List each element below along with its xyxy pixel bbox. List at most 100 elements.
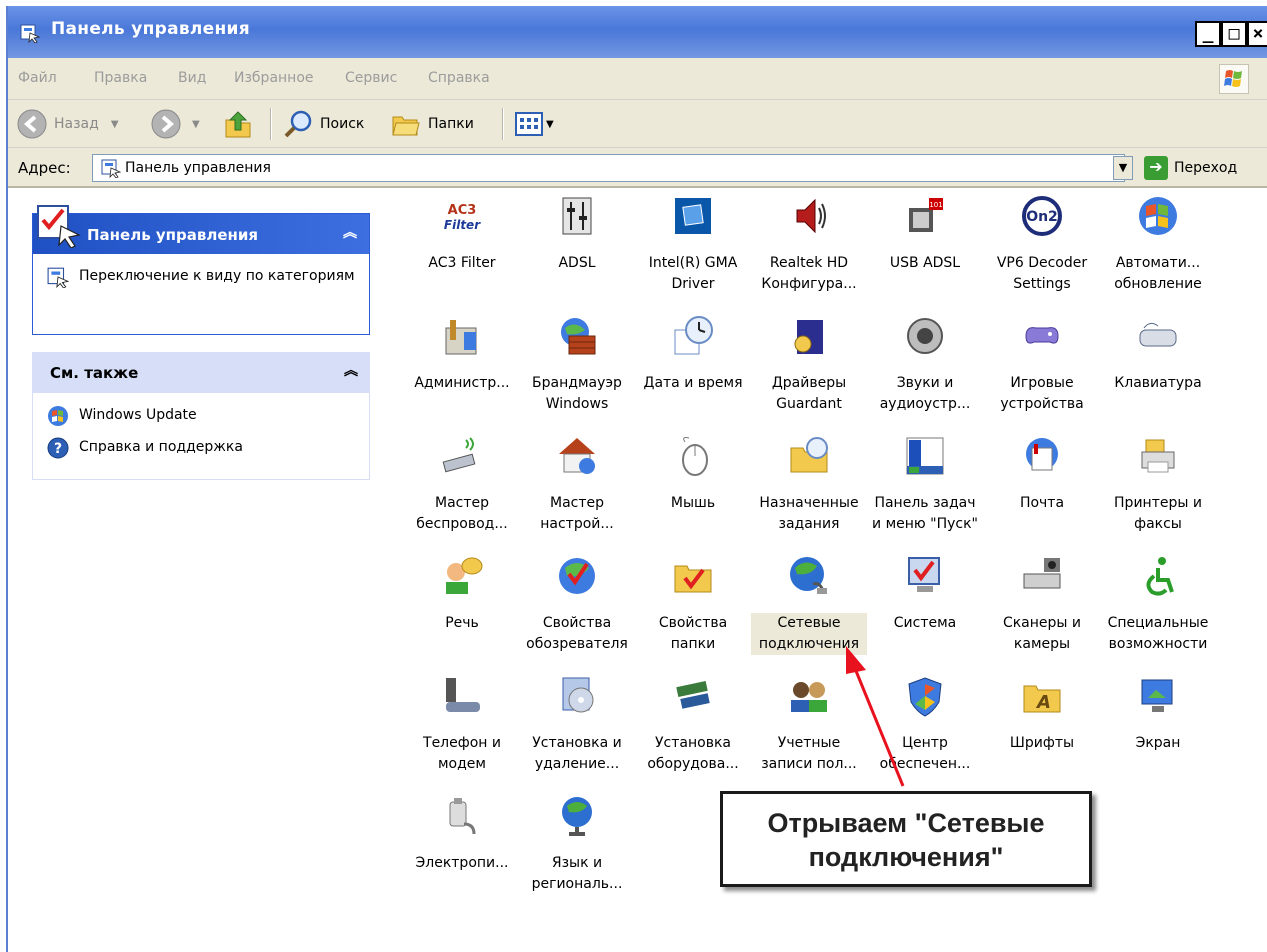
up-folder-button[interactable] <box>222 108 254 140</box>
cp-item-system[interactable]: Система <box>867 554 983 634</box>
cp-item-label: Язык и региональ... <box>531 855 623 892</box>
windows-update-link[interactable]: Windows Update <box>47 405 355 427</box>
callout-line-1: Отрываем "Сетевые <box>767 808 1045 838</box>
minimize-button[interactable]: _ <box>1195 21 1221 47</box>
speech-icon <box>446 557 483 594</box>
home-network-icon <box>559 438 595 474</box>
address-dropdown-button[interactable]: ▼ <box>1113 156 1133 180</box>
svg-text:101: 101 <box>929 201 942 209</box>
cp-item-accessibility[interactable]: Специальные возможности <box>1100 554 1216 655</box>
windows-logo-icon <box>1219 64 1249 94</box>
security-center-icon <box>908 677 942 717</box>
control-panel-task-box: Панель управления ︽ Переключение к виду … <box>32 205 370 335</box>
cp-item-mail[interactable]: Почта <box>984 434 1100 514</box>
close-button[interactable]: × <box>1247 21 1267 47</box>
address-input[interactable]: Панель управления <box>92 154 1125 182</box>
menu-edit[interactable]: Правка <box>94 70 147 86</box>
cp-item-network-connections[interactable]: Сетевые подключения <box>751 554 867 655</box>
toolbar: Назад ▼ ▼ Поиск Папки ▼ <box>8 100 1267 148</box>
cp-item-label: Драйверы Guardant <box>771 375 847 412</box>
cp-item-fonts[interactable]: A Шрифты <box>984 674 1100 754</box>
folders-button[interactable]: Папки <box>390 108 474 140</box>
forward-button[interactable]: ▼ <box>150 108 200 140</box>
cp-item-scheduled-tasks[interactable]: Назначенные задания <box>751 434 867 535</box>
cp-item-internet-options[interactable]: Свойства обозревателя <box>519 554 635 655</box>
cp-item-add-hardware[interactable]: Установка оборудова... <box>635 674 751 775</box>
folder-options-icon <box>674 565 712 593</box>
cp-item-label: Сканеры и камеры <box>1002 615 1082 652</box>
cp-item-security-center[interactable]: Центр обеспечен... <box>867 674 983 775</box>
network-connections-icon <box>790 557 827 594</box>
cp-item-wireless[interactable]: Мастер беспровод... <box>404 434 520 535</box>
menu-help[interactable]: Справка <box>428 70 490 86</box>
cp-item-label: Панель задач и меню "Пуск" <box>872 495 978 532</box>
back-label: Назад <box>54 116 99 132</box>
title-bar[interactable]: Панель управления _ □ × <box>8 6 1267 58</box>
cp-item-on2[interactable]: On2 VP6 Decoder Settings <box>984 194 1100 295</box>
cp-item-ac3-filter[interactable]: AC3 Filter AC3 Filter <box>404 194 520 274</box>
menu-tools[interactable]: Сервис <box>345 70 397 86</box>
cp-item-user-accounts[interactable]: Учетные записи пол... <box>751 674 867 775</box>
cp-item-intel-gma[interactable]: Intel(R) GMA Driver <box>635 194 751 295</box>
cp-item-folder-options[interactable]: Свойства папки <box>635 554 751 655</box>
cp-item-label: Установка и удаление... <box>532 735 622 772</box>
search-label: Поиск <box>320 116 365 132</box>
back-dropdown-icon[interactable]: ▼ <box>111 119 119 130</box>
fonts-icon: A <box>1023 685 1061 713</box>
menu-file[interactable]: Файл <box>18 70 57 86</box>
cp-item-gamepad[interactable]: Игровые устройства <box>984 314 1100 415</box>
search-button[interactable]: Поиск <box>282 108 364 140</box>
folders-label: Папки <box>428 116 474 132</box>
cp-item-guardant[interactable]: Драйверы Guardant <box>751 314 867 415</box>
cp-item-speech[interactable]: Речь <box>404 554 520 634</box>
views-button[interactable]: ▼ <box>514 108 554 140</box>
cp-item-home-network[interactable]: Мастер настрой... <box>519 434 635 535</box>
go-button[interactable]: ➔ Переход <box>1144 154 1237 182</box>
help-support-link[interactable]: ? Справка и поддержка <box>47 437 355 459</box>
control-panel-box-header[interactable]: Панель управления ︽ <box>33 205 369 254</box>
cp-item-adsl[interactable]: ADSL <box>519 194 635 274</box>
menu-view[interactable]: Вид <box>178 70 206 86</box>
windows-update-icon <box>1139 197 1177 235</box>
cp-item-keyboard[interactable]: Клавиатура <box>1100 314 1216 394</box>
svg-text:?: ? <box>54 441 62 457</box>
cp-item-power-options[interactable]: Электропи... <box>404 794 520 874</box>
menu-bar: Файл Правка Вид Избранное Сервис Справка <box>8 58 1267 100</box>
cp-item-mouse[interactable]: Мышь <box>635 434 751 514</box>
back-button[interactable]: Назад ▼ <box>16 108 119 140</box>
cp-item-firewall[interactable]: Брандмауэр Windows <box>519 314 635 415</box>
cp-item-label: Мастер беспровод... <box>416 495 508 532</box>
cp-item-sound[interactable]: Звуки и аудиоустр... <box>867 314 983 415</box>
menu-favorites[interactable]: Избранное <box>234 70 314 86</box>
cp-item-regional[interactable]: Язык и региональ... <box>519 794 635 895</box>
forward-dropdown-icon[interactable]: ▼ <box>192 119 200 130</box>
cp-item-clock[interactable]: Дата и время <box>635 314 751 394</box>
folders-icon <box>392 116 420 136</box>
cp-item-label: ADSL <box>558 255 596 271</box>
usb-adsl-icon: 101 <box>909 198 943 232</box>
cp-item-label: Электропи... <box>415 855 509 871</box>
admin-tools-icon <box>445 320 477 355</box>
cp-item-display[interactable]: Экран <box>1100 674 1216 754</box>
cp-item-usb-adsl[interactable]: 101 USB ADSL <box>867 194 983 274</box>
accessibility-icon <box>1146 557 1174 596</box>
callout-line-2: подключения" <box>808 842 1004 872</box>
collapse-chevron-icon[interactable]: ︽ <box>343 222 357 242</box>
back-arrow-icon <box>17 109 47 139</box>
cp-item-add-remove[interactable]: Установка и удаление... <box>519 674 635 775</box>
cp-item-phone-modem[interactable]: Телефон и модем <box>404 674 520 775</box>
collapse-chevron-icon[interactable]: ︽ <box>344 360 358 380</box>
switch-category-view-link[interactable]: Переключение к виду по категориям <box>47 266 355 288</box>
cp-item-label: Сетевые подключения <box>751 613 867 655</box>
cp-item-scanner[interactable]: Сканеры и камеры <box>984 554 1100 655</box>
cp-item-speaker[interactable]: Realtek HD Конфигура... <box>751 194 867 295</box>
wireless-icon <box>442 437 476 473</box>
cp-item-label: Мастер настрой... <box>540 495 614 532</box>
cp-item-taskbar[interactable]: Панель задач и меню "Пуск" <box>867 434 983 535</box>
see-also-box-header[interactable]: См. также ︽ <box>32 352 370 392</box>
cp-item-windows-update[interactable]: Автомати... обновление <box>1100 194 1216 295</box>
cp-item-printer[interactable]: Принтеры и факсы <box>1100 434 1216 535</box>
maximize-button[interactable]: □ <box>1221 21 1247 47</box>
cp-item-admin-tools[interactable]: Администр... <box>404 314 520 394</box>
cp-item-label: VP6 Decoder Settings <box>996 255 1088 292</box>
